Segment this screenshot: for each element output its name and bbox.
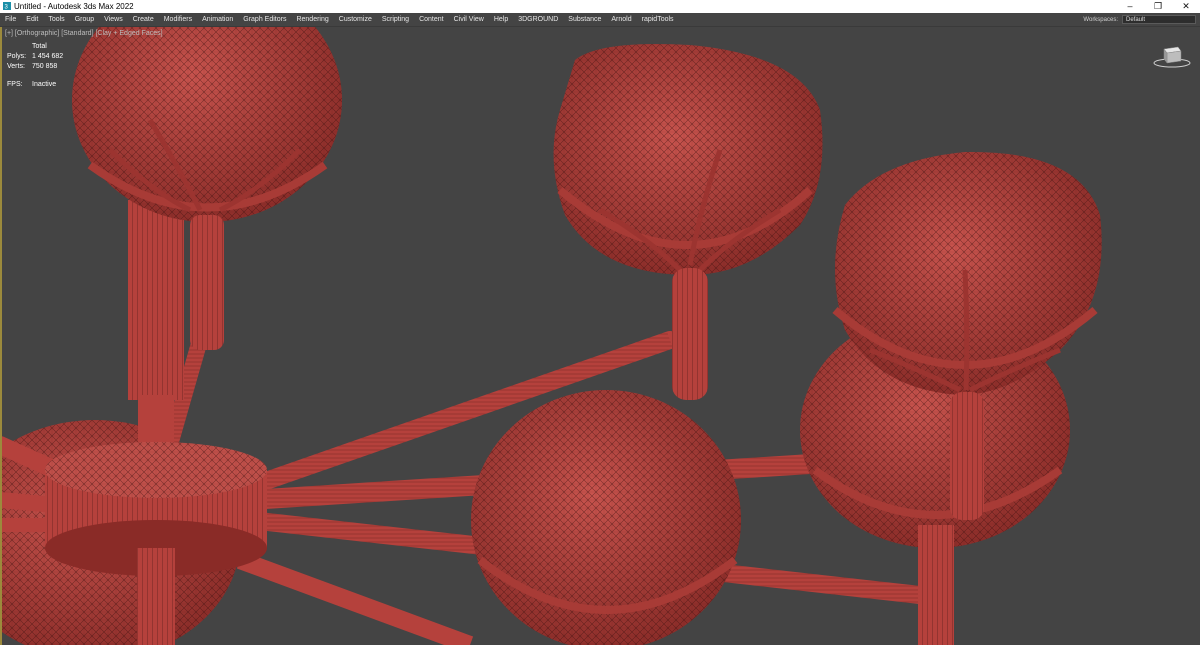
menu-item[interactable]: Civil View xyxy=(449,13,489,26)
workspace-selector: Workspaces: Default xyxy=(1083,13,1200,26)
menu-item[interactable]: rapidTools xyxy=(637,13,679,26)
globe-top-center[interactable] xyxy=(553,44,823,400)
menu-item[interactable]: Animation xyxy=(197,13,238,26)
menu-item[interactable]: Edit xyxy=(21,13,43,26)
menu-item[interactable]: Substance xyxy=(563,13,606,26)
close-button[interactable]: ✕ xyxy=(1172,0,1200,13)
verts-label: Verts: xyxy=(7,63,25,70)
menu-item[interactable]: Content xyxy=(414,13,449,26)
globe-top-left[interactable] xyxy=(72,27,342,445)
viewcube-icon[interactable] xyxy=(1152,43,1192,69)
menu-item[interactable]: Graph Editors xyxy=(238,13,291,26)
app-icon: 3 xyxy=(3,2,11,10)
polys-value: 1 454 682 xyxy=(32,53,64,60)
menu-item[interactable]: Help xyxy=(489,13,513,26)
menu-item[interactable]: Scripting xyxy=(377,13,414,26)
stats-header: Total xyxy=(32,43,47,50)
scene-render[interactable] xyxy=(0,27,1200,645)
menu-item[interactable]: Modifiers xyxy=(159,13,197,26)
title-bar: 3 Untitled - Autodesk 3ds Max 2022 – ❐ ✕ xyxy=(0,0,1200,13)
viewport-label[interactable]: [+] [Orthographic] [Standard] [Clay + Ed… xyxy=(5,30,163,37)
menu-item[interactable]: Arnold xyxy=(606,13,636,26)
stats-overlay: Total Polys: 1 454 682 Verts: 750 858 FPS:… xyxy=(7,42,63,90)
workspace-label: Workspaces: xyxy=(1083,16,1118,23)
polys-label: Polys: xyxy=(7,53,27,60)
fps-label: FPS: xyxy=(7,81,23,88)
minimize-button[interactable]: – xyxy=(1116,0,1144,13)
menu-item[interactable]: Create xyxy=(128,13,159,26)
menu-item[interactable]: Customize xyxy=(334,13,377,26)
menu-item[interactable]: 3DGROUND xyxy=(513,13,563,26)
window-title: Untitled - Autodesk 3ds Max 2022 xyxy=(14,2,134,11)
fps-value: Inactive xyxy=(32,81,57,88)
menu-item[interactable]: File xyxy=(0,13,21,26)
globe-bottom-center[interactable] xyxy=(471,390,741,645)
menu-item[interactable]: Tools xyxy=(43,13,69,26)
viewport-orthographic[interactable]: [+] [Orthographic] [Standard] [Clay + Ed… xyxy=(0,27,1200,645)
menu-bar: File Edit Tools Group Views Create Modifiers An… xyxy=(0,13,1200,27)
verts-value: 750 858 xyxy=(32,63,58,70)
menu-item[interactable]: Rendering xyxy=(291,13,333,26)
menu-item[interactable]: Views xyxy=(99,13,128,26)
restore-button[interactable]: ❐ xyxy=(1144,0,1172,13)
menu-item[interactable]: Group xyxy=(70,13,99,26)
workspace-dropdown[interactable]: Default xyxy=(1122,15,1196,24)
menu-list: File Edit Tools Group Views Create Modifiers An… xyxy=(0,13,679,26)
